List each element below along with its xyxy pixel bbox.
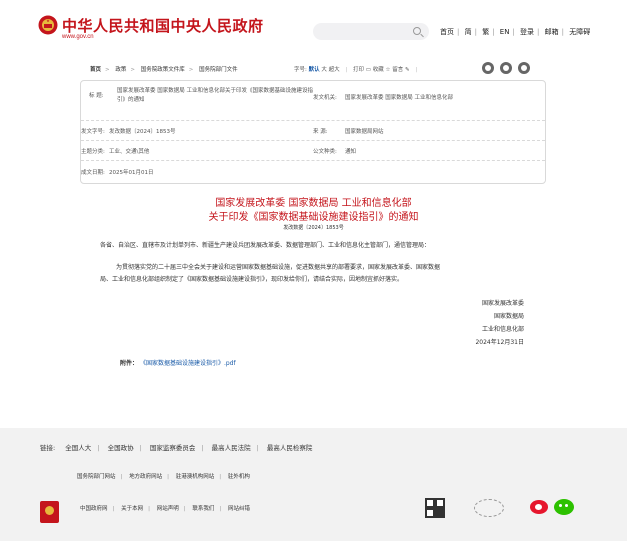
footer-sub-link-local[interactable]: 地方政府网站 [129, 474, 162, 480]
site-footer: 链接: 全国人大 | 全国政协 | 国家监察委员会 | 最高人民法院 | 最高人民检察院… [0, 428, 627, 541]
footer-bottom-statement[interactable]: 网站声明 [157, 506, 179, 512]
nav-mail[interactable]: 邮箱 [545, 28, 559, 36]
breadcrumb-dept-docs[interactable]: 国务院部门文件 [199, 67, 238, 73]
site-url: www.gov.cn [62, 34, 94, 40]
meta-row-title: 标 题: 国家发展改革委 国家数据局 工业和信息化部关于印发《国家数据基础设施建… [81, 81, 545, 121]
meta-title-value: 国家发展改革委 国家数据局 工业和信息化部关于印发《国家数据基础设施建设指引》的… [117, 88, 313, 103]
meta-issuer-label: 发文机关: [313, 95, 337, 101]
wechat-share-icon[interactable] [500, 62, 512, 74]
breadcrumb-policy-library[interactable]: 国务院政策文件库 [141, 67, 185, 73]
meta-date-label: 成文日期: [81, 170, 105, 176]
footer-links-label: 链接: [40, 444, 56, 452]
document-meta-table: 标 题: 国家发展改革委 国家数据局 工业和信息化部关于印发《国家数据基础设施建… [80, 80, 546, 184]
footer-link-ccdi[interactable]: 国家监察委员会 [150, 444, 196, 452]
font-size-label: 字号: [294, 67, 307, 73]
nav-accessibility[interactable]: 无障碍 [569, 28, 590, 36]
pencil-icon[interactable]: ✎ [405, 67, 410, 73]
doc-body-line2: 局、工业和信息化部组织制定了《国家数据基础设施建设指引》，现印发给你们，请结合实… [100, 276, 404, 283]
search-icon[interactable] [413, 27, 421, 35]
meta-docno-label: 发文字号: [81, 129, 105, 135]
nav-home[interactable]: 首页 [440, 28, 454, 36]
breadcrumb-home[interactable]: 首页 [90, 67, 101, 73]
doc-body-line1: 为贯彻落实党的二十届三中全会关于建设和运营国家数据基础设施，促进数据共享的部署要… [116, 264, 441, 271]
site-header: 中华人民共和国中央人民政府 www.gov.cn 首页 | 简 | 繁 | EN | 登… [0, 0, 627, 50]
footer-bottom-links: 中国政府网 | 关于本网 | 网站声明 | 联系我们 | 网站纠错 [80, 506, 251, 512]
nav-login[interactable]: 登录 [520, 28, 534, 36]
print-icon[interactable]: ▭ [366, 67, 371, 73]
font-xlarge[interactable]: 超大 [329, 67, 340, 73]
meta-type-label: 公文种类: [313, 149, 337, 155]
breadcrumb-policy[interactable]: 政策 [115, 67, 126, 73]
footer-bottom-errata[interactable]: 网站纠错 [228, 506, 250, 512]
font-large[interactable]: 大 [321, 67, 327, 73]
sign-date: 2024年12月31日 [475, 339, 524, 346]
signer-nda: 国家数据局 [493, 313, 524, 320]
doc-title-line1: 国家发展改革委 国家数据局 工业和信息化部 [215, 198, 412, 209]
footer-sub-link-hkmo[interactable]: 驻港澳机构网站 [176, 474, 215, 480]
star-icon[interactable]: ☆ [386, 67, 391, 73]
footer-emblem-icon [40, 501, 59, 523]
meta-type-value: 通知 [345, 149, 357, 155]
bookmark-button[interactable]: 留言 [392, 67, 403, 73]
meta-source-value: 国家数据局网站 [345, 129, 384, 135]
doc-title-line2: 关于印发《国家数据基础设施建设指引》的通知 [208, 212, 419, 223]
nav-english[interactable]: EN [500, 28, 510, 36]
meta-row-topic: 主题分类: 工业、交通\其他 公文种类: 通知 [81, 141, 545, 161]
national-emblem-icon[interactable] [38, 15, 58, 35]
meta-row-docno: 发文字号: 发改数据〔2024〕1853号 来 源: 国家数据局网站 [81, 121, 545, 141]
site-title[interactable]: 中华人民共和国中央人民政府 [62, 15, 264, 36]
print-button[interactable]: 打印 [353, 67, 364, 73]
meta-date-value: 2025年01月01日 [109, 170, 154, 176]
signer-ndrc: 国家发展改革委 [481, 300, 524, 307]
qr-code-icon [425, 498, 445, 518]
attachment: 附件： 《国家数据基础设施建设指引》.pdf [120, 358, 236, 367]
footer-link-npc[interactable]: 全国人大 [65, 444, 91, 452]
signer-miit: 工业和信息化部 [481, 326, 524, 333]
meta-source-label: 来 源: [313, 129, 328, 135]
meta-title-label: 标 题: [89, 93, 104, 99]
meta-topic-label: 主题分类: [81, 149, 105, 155]
qzone-share-icon[interactable] [518, 62, 530, 74]
footer-bottom-about[interactable]: 关于本网 [121, 506, 143, 512]
wechat-icon[interactable] [554, 499, 574, 515]
attachment-link[interactable]: 《国家数据基础设施建设指引》.pdf [140, 360, 236, 367]
breadcrumb: 首页 > 政策 > 国务院政策文件库 > 国务院部门文件 [90, 67, 238, 73]
footer-links: 链接: 全国人大 | 全国政协 | 国家监察委员会 | 最高人民法院 | 最高人民检察院 [40, 444, 313, 452]
page-tools: 字号: 默认 大 超大 | 打印 ▭ 收藏 ☆ 留言 ✎ | [294, 67, 418, 73]
doc-addressee: 各省、自治区、直辖市及计划单列市、新疆生产建设兵团发展改革委、数据管理部门、工业… [100, 242, 431, 249]
nav-traditional[interactable]: 繁 [482, 28, 489, 36]
meta-docno-value: 发改数据〔2024〕1853号 [109, 129, 176, 135]
nav-simplified[interactable]: 简 [465, 28, 472, 36]
footer-bottom-contact[interactable]: 联系我们 [192, 506, 214, 512]
meta-topic-value: 工业、交通\其他 [109, 149, 150, 155]
footer-sub-link-overseas[interactable]: 驻外机构 [228, 474, 250, 480]
breadcrumb-toolbar: 首页 > 政策 > 国务院政策文件库 > 国务院部门文件 字号: 默认 大 超大 | … [80, 62, 546, 76]
footer-link-procuratorate[interactable]: 最高人民检察院 [267, 444, 313, 452]
footer-link-court[interactable]: 最高人民法院 [212, 444, 251, 452]
footer-sub-link-ministries[interactable]: 国务院部门网站 [77, 474, 116, 480]
party-gov-badge-icon[interactable] [474, 499, 504, 517]
attachment-label: 附件： [120, 360, 139, 367]
weibo-share-icon[interactable] [482, 62, 494, 74]
top-nav: 首页 | 简 | 繁 | EN | 登录 | 邮箱 | 无障碍 [440, 28, 591, 36]
meta-issuer-value: 国家发展改革委 国家数据局 工业和信息化部 [345, 95, 453, 101]
footer-link-cppcc[interactable]: 全国政协 [108, 444, 134, 452]
favorite-button[interactable]: 收藏 [373, 67, 384, 73]
search-input[interactable] [313, 23, 429, 40]
footer-sub-links: 国务院部门网站 | 地方政府网站 | 驻港澳机构网站 | 驻外机构 [77, 474, 250, 480]
footer-bottom-gov[interactable]: 中国政府网 [80, 506, 108, 512]
doc-number: 发改数据〔2024〕1853号 [283, 225, 344, 231]
font-default[interactable]: 默认 [309, 67, 320, 73]
meta-row-date: 成文日期: 2025年01月01日 [81, 161, 545, 183]
weibo-icon[interactable] [530, 500, 548, 514]
